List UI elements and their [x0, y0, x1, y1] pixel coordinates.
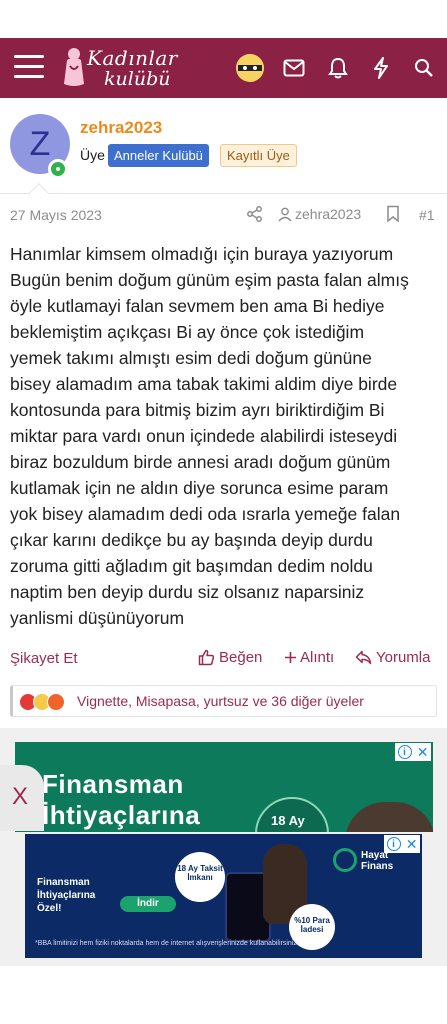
post-author-block: Z zehra2023 Üye Anneler Kulübü Kayıtlı Ü… [0, 102, 447, 194]
post-line: biraz bozuldum birde annesi aradı doğum … [10, 452, 391, 472]
logo-text-line2: kulübü [104, 68, 171, 90]
user-badge-primary: Anneler Kulübü [108, 144, 209, 167]
angry-face-icon [47, 693, 65, 711]
site-logo[interactable]: Kadınlar kulübü [62, 42, 192, 94]
post-author[interactable]: zehra2023 [278, 206, 361, 222]
ad2-headline: Finansman İhtiyaçlarına Özel! [37, 877, 96, 914]
post-line: Bugün benim doğum günüm eşim pasta falan… [10, 270, 409, 290]
user-badge-secondary: Kayıtlı Üye [220, 144, 297, 167]
post-line: miktar para vardı onun içindede alabilir… [10, 426, 398, 446]
plus-icon [285, 652, 296, 663]
ad-banner-top[interactable]: Finansman İhtiyaçlarına 18 Ay [15, 742, 433, 832]
post-meta-bar: 27 Mayıs 2023 zehra2023 #1 [0, 200, 447, 230]
bookmark-icon[interactable] [386, 205, 400, 226]
online-status-icon [48, 159, 68, 179]
ad-dismiss-label: X [12, 783, 29, 810]
reply-button[interactable]: Yorumla [355, 649, 430, 666]
status-bar [0, 0, 447, 38]
like-label: Beğen [219, 649, 263, 666]
post-actions: Şikayet Et Beğen Alıntı Yorumla [0, 646, 447, 672]
ad2-installment-circle: 18 Ay Taksit İmkanı [175, 852, 225, 902]
post-line: zoruma gitti ağladım git başımdan dedim … [10, 556, 373, 576]
post-line: çıkar karını dedikçe bu ay başında deyip… [10, 530, 373, 550]
top-navigation-bar: Kadınlar kulübü [0, 38, 447, 98]
username-link[interactable]: zehra2023 [80, 118, 162, 138]
post-date[interactable]: 27 Mayıs 2023 [10, 207, 102, 223]
post-body: Hanımlar kimsem olmadığı için buraya yaz… [10, 241, 440, 631]
reaction-users-text[interactable]: Vignette, Misapasa, yurtsuz ve 36 diğer … [77, 693, 364, 709]
post-line: kontosunda para bitmiş bizim ayrı birikt… [10, 400, 385, 420]
bell-icon[interactable] [324, 54, 352, 82]
reaction-summary[interactable]: Vignette, Misapasa, yurtsuz ve 36 diğer … [10, 685, 437, 717]
ad2-brand-text: Hayat Finans [361, 850, 394, 872]
ad-close-icon[interactable]: ✕ [406, 836, 418, 853]
user-icon [278, 207, 292, 221]
logo-text-line1: Kadınlar [87, 46, 178, 70]
ad2-footer-text: *BBA limitinizi hem fiziki noktalarda he… [35, 940, 299, 947]
reply-label: Yorumla [376, 649, 431, 666]
post-line: öyle kutlamayi falan sevmem ben ama Bi h… [10, 296, 385, 316]
bolt-icon[interactable] [367, 54, 395, 82]
post-line: naptim ben deyip durdu siz olsanız napar… [10, 582, 365, 602]
ad-choices-control[interactable]: i ✕ [395, 743, 431, 761]
user-role: Üye [80, 147, 105, 163]
post-line: bisey alamadım ama tabak takimi aldim di… [10, 374, 398, 394]
post-line: yemek takımı almıştı esim dedi doğum gün… [10, 348, 372, 368]
ad1-offer-text: 18 Ay [271, 813, 305, 828]
post-line: yok bisey alamadım dedi oda ısrarla yeme… [10, 504, 401, 524]
reaction-emojis [19, 693, 65, 711]
post-line: yanlismi düşünüyorum [10, 608, 185, 628]
like-button[interactable]: Beğen [198, 649, 262, 666]
post-line: kutlamak için ne aldın diye sorunca esim… [10, 478, 389, 498]
ad2-download-button[interactable]: İndir [120, 896, 176, 912]
reply-arrow-icon [355, 650, 372, 665]
brand-ring-icon [333, 848, 357, 872]
post-line: beklemiştim açıkçası Bi ay önce çok iste… [10, 322, 365, 342]
thumbs-up-icon [198, 649, 215, 666]
ad-close-icon[interactable]: ✕ [417, 744, 429, 761]
ad-info-icon[interactable]: i [386, 837, 401, 851]
logo-figure-icon [64, 48, 84, 86]
search-icon[interactable] [410, 54, 438, 82]
menu-icon[interactable] [14, 55, 44, 81]
mail-icon[interactable] [280, 54, 308, 82]
quote-button[interactable]: Alıntı [284, 649, 334, 666]
ad-info-icon[interactable]: i [397, 745, 412, 759]
quote-label: Alıntı [300, 649, 335, 666]
ad1-headline-line1: Finansman [42, 769, 184, 799]
ad-dismiss-tab[interactable]: X [0, 765, 44, 831]
post-author-name: zehra2023 [295, 206, 362, 222]
post-line: Hanımlar kimsem olmadığı için buraya yaz… [10, 244, 394, 264]
report-button[interactable]: Şikayet Et [10, 650, 78, 667]
ad1-headline-line2: İhtiyaçlarına [42, 800, 201, 830]
ad-banner-bottom[interactable]: Finansman İhtiyaçlarına Özel! İndir 18 A… [25, 834, 422, 958]
user-avatar-icon[interactable] [236, 54, 264, 82]
ad-choices-control-bottom[interactable]: i ✕ [384, 835, 420, 853]
ad1-offer-circle: 18 Ay [255, 797, 329, 832]
share-icon[interactable] [246, 205, 264, 226]
ad1-person-image [345, 802, 433, 832]
post-number[interactable]: #1 [419, 207, 435, 223]
